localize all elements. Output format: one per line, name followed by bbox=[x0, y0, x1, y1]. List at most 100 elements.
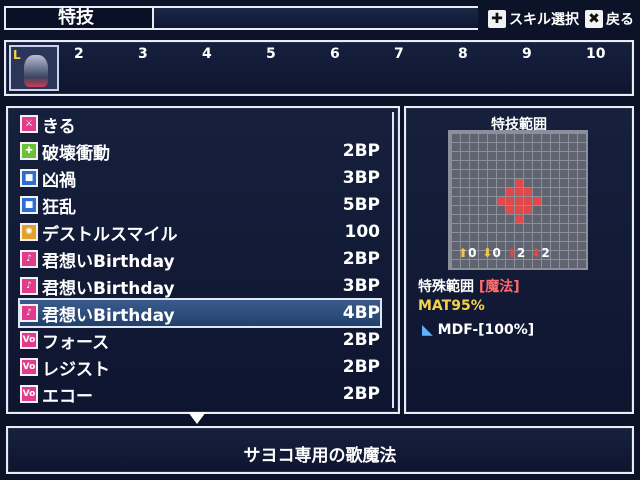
range-cell bbox=[488, 260, 496, 268]
plus-icon: ✚ bbox=[20, 142, 38, 160]
party-strip: L 2 3 4 5 6 7 8 9 10 bbox=[4, 40, 634, 96]
range-cell bbox=[488, 152, 496, 160]
range-cell bbox=[551, 197, 559, 205]
range-cell bbox=[461, 152, 469, 160]
range-cell bbox=[488, 143, 496, 151]
range-cell bbox=[506, 170, 514, 178]
party-slot[interactable]: 4 bbox=[202, 46, 212, 62]
vo-icon: Vo bbox=[20, 385, 38, 403]
range-cell bbox=[461, 188, 469, 196]
party-slot[interactable]: 5 bbox=[266, 46, 276, 62]
range-cell bbox=[578, 170, 586, 178]
range-cell bbox=[506, 179, 514, 187]
range-cell bbox=[569, 188, 577, 196]
range-cell bbox=[551, 224, 559, 232]
range-cell bbox=[488, 179, 496, 187]
range-cell bbox=[551, 179, 559, 187]
range-cell bbox=[506, 161, 514, 169]
skill-row[interactable]: ⚔ きる bbox=[20, 111, 380, 137]
curse-icon: ■ bbox=[20, 169, 38, 187]
range-cell bbox=[470, 233, 478, 241]
range-cell bbox=[497, 260, 505, 268]
skill-row[interactable]: ■ 凶禍 3BP bbox=[20, 165, 380, 191]
range-cell bbox=[542, 260, 550, 268]
range-cell bbox=[569, 161, 577, 169]
range-cell bbox=[524, 152, 532, 160]
range-cell bbox=[506, 224, 514, 232]
skill-row[interactable]: Vo エコー 2BP bbox=[20, 381, 380, 407]
skill-cost: 3BP bbox=[342, 168, 380, 188]
skill-row[interactable]: ■ 狂乱 5BP bbox=[20, 192, 380, 218]
range-cell bbox=[479, 143, 487, 151]
range-cell bbox=[515, 170, 523, 178]
range-cell bbox=[479, 206, 487, 214]
vo-icon: Vo bbox=[20, 358, 38, 376]
range-cell bbox=[578, 197, 586, 205]
range-cell bbox=[560, 188, 568, 196]
range-cell bbox=[551, 152, 559, 160]
range-cell bbox=[515, 206, 523, 214]
range-cell bbox=[452, 161, 460, 169]
range-cell bbox=[551, 170, 559, 178]
skill-name: フォース bbox=[42, 332, 110, 353]
range-cell bbox=[533, 179, 541, 187]
list-scrollbar[interactable] bbox=[392, 112, 400, 408]
range-cell bbox=[560, 260, 568, 268]
skill-row[interactable]: Vo レジスト 2BP bbox=[20, 354, 380, 380]
skill-name: きる bbox=[42, 116, 76, 137]
range-cell bbox=[542, 152, 550, 160]
range-cell bbox=[515, 215, 523, 223]
range-cell bbox=[569, 197, 577, 205]
range-cell bbox=[533, 206, 541, 214]
range-cell bbox=[470, 161, 478, 169]
range-cell bbox=[560, 206, 568, 214]
scroll-down-arrow-icon[interactable] bbox=[188, 412, 206, 424]
range-cell bbox=[497, 170, 505, 178]
range-cell bbox=[488, 161, 496, 169]
range-cell bbox=[569, 134, 577, 142]
skill-row[interactable]: ✺ デストルスマイル 100 bbox=[20, 219, 380, 245]
skill-name: 君想いBirthday bbox=[42, 305, 175, 326]
range-type-value: [魔法] bbox=[478, 279, 520, 295]
party-slot[interactable]: 10 bbox=[586, 46, 605, 62]
range-cell bbox=[461, 233, 469, 241]
party-slot[interactable]: 9 bbox=[522, 46, 532, 62]
header-strip bbox=[154, 6, 478, 30]
range-cell bbox=[578, 206, 586, 214]
skill-row[interactable]: ♪ 君想いBirthday 3BP bbox=[20, 273, 380, 299]
party-slot[interactable]: 8 bbox=[458, 46, 468, 62]
range-cell bbox=[569, 224, 577, 232]
skill-cost: 3BP bbox=[342, 276, 380, 296]
portrait-sayoko[interactable]: L bbox=[9, 45, 59, 91]
range-cell bbox=[560, 215, 568, 223]
range-cell bbox=[515, 197, 523, 205]
range-cell bbox=[569, 215, 577, 223]
skill-cost: 2BP bbox=[342, 141, 380, 161]
range-cell bbox=[497, 215, 505, 223]
range-cell bbox=[560, 233, 568, 241]
party-slot[interactable]: 7 bbox=[394, 46, 404, 62]
range-cell bbox=[524, 143, 532, 151]
dpad-icon: ✚ bbox=[488, 10, 506, 28]
range-cell bbox=[515, 233, 523, 241]
party-slot[interactable]: 3 bbox=[138, 46, 148, 62]
range-cell bbox=[560, 179, 568, 187]
skill-name: レジスト bbox=[42, 359, 110, 380]
skill-row[interactable]: ♪ 君想いBirthday 2BP bbox=[20, 246, 380, 272]
character-sprite-icon bbox=[24, 55, 48, 87]
skill-row[interactable]: ✚ 破壊衝動 2BP bbox=[20, 138, 380, 164]
range-cell bbox=[452, 215, 460, 223]
range-cell bbox=[533, 197, 541, 205]
range-cell bbox=[515, 152, 523, 160]
range-cell bbox=[479, 161, 487, 169]
range-cell bbox=[560, 143, 568, 151]
party-slot[interactable]: 2 bbox=[74, 46, 84, 62]
range-cell bbox=[479, 170, 487, 178]
skill-name: エコー bbox=[42, 386, 93, 407]
skill-cost: 2BP bbox=[342, 384, 380, 404]
skill-row-selected[interactable]: ♪ 君想いBirthday 4BP bbox=[18, 298, 382, 328]
skill-row[interactable]: Vo フォース 2BP bbox=[20, 327, 380, 353]
party-slot[interactable]: 6 bbox=[330, 46, 340, 62]
range-cell bbox=[461, 179, 469, 187]
music-icon: ♪ bbox=[20, 250, 38, 268]
